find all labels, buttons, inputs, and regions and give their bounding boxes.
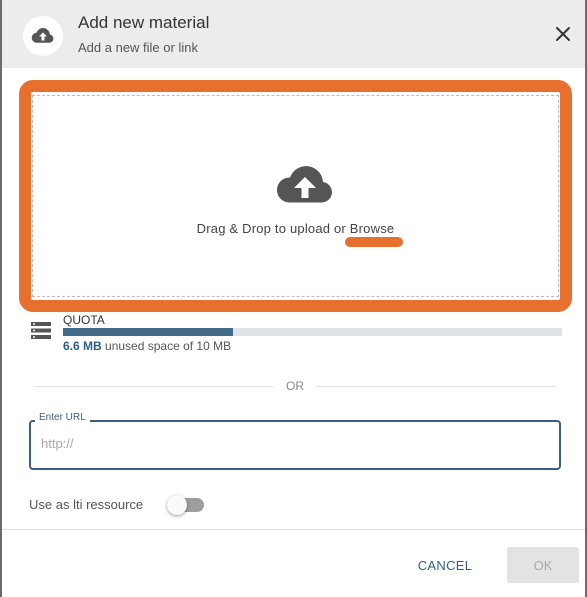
dialog-subtitle: Add a new file or link xyxy=(78,40,198,55)
toggle-knob[interactable] xyxy=(167,495,187,515)
dropzone-text: Drag & Drop to upload or Browse xyxy=(31,221,560,236)
url-label: Enter URL xyxy=(35,412,90,423)
quota-bar-fill xyxy=(63,328,233,336)
quota-description: unused space of 10 MB xyxy=(101,339,232,353)
dialog-header: Add new material Add a new file or link xyxy=(2,0,585,68)
lti-toggle[interactable] xyxy=(167,495,204,515)
close-icon[interactable] xyxy=(551,22,575,46)
browse-highlight xyxy=(345,237,403,247)
quota-title: QUOTA xyxy=(63,313,105,327)
add-material-dialog: Add new material Add a new file or link … xyxy=(0,0,587,597)
quota-bar xyxy=(63,328,562,336)
or-separator: OR xyxy=(286,379,304,393)
cloud-upload-icon xyxy=(31,28,54,43)
url-field[interactable] xyxy=(29,420,561,470)
cloud-upload-icon xyxy=(276,166,332,203)
ok-button[interactable]: OK xyxy=(507,547,579,583)
lti-label: Use as lti ressource xyxy=(29,497,144,512)
close-button[interactable] xyxy=(551,22,575,46)
footer-divider xyxy=(2,529,585,530)
header-icon xyxy=(23,16,63,56)
cancel-button[interactable]: CANCEL xyxy=(407,549,483,581)
divider-right xyxy=(316,386,556,387)
quota-text: 6.6 MB unused space of 10 MB xyxy=(63,339,231,353)
divider-left xyxy=(34,386,274,387)
dropzone-instructions: Drag & Drop to upload or xyxy=(196,221,350,236)
quota-used: 6.6 MB xyxy=(63,339,102,353)
dialog-title: Add new material xyxy=(78,13,210,32)
url-input[interactable] xyxy=(39,435,543,452)
storage-icon xyxy=(31,322,51,339)
browse-link[interactable]: Browse xyxy=(350,221,395,236)
dropzone[interactable]: Drag & Drop to upload or Browse xyxy=(19,80,572,312)
